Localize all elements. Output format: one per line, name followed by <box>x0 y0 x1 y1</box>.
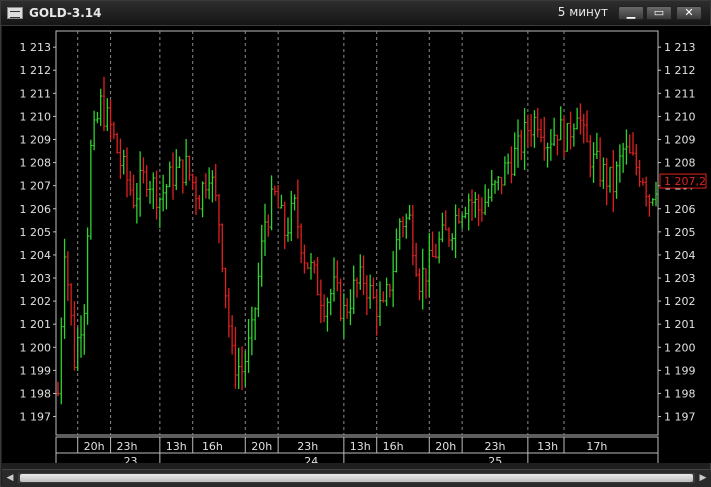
y-tick-label-left: 1 212 <box>20 64 52 77</box>
y-tick-label-right: 1 201 <box>664 318 696 331</box>
date-axis-row <box>55 452 659 468</box>
scroll-right-icon[interactable]: ▶ <box>697 472 709 484</box>
y-tick-label-left: 1 208 <box>20 157 52 170</box>
time-label: 20h <box>435 440 456 453</box>
y-tick-label-left: 1 203 <box>20 272 52 285</box>
chart-area[interactable]: 1 213 1 213 1 212 1 212 1 211 1 211 1 210 1 210… <box>2 26 711 468</box>
title-bar[interactable]: GOLD-3.14 5 минут ▁ ▭ ✕ <box>1 1 710 26</box>
grid-layer <box>55 30 659 436</box>
y-tick-label-left: 1 209 <box>20 134 52 147</box>
y-tick-label-right: 1 208 <box>664 157 696 170</box>
y-tick-label-left: 1 201 <box>20 318 52 331</box>
y-tick-label-right: 1 203 <box>664 272 696 285</box>
time-label: 13h <box>350 440 371 453</box>
y-tick-label-right: 1 212 <box>664 64 696 77</box>
timeframe-label[interactable]: 5 минут <box>558 5 608 19</box>
y-tick-label-right: 1 197 <box>664 411 696 424</box>
time-label: 23h <box>117 440 138 453</box>
time-label: 16h <box>383 440 404 453</box>
y-tick-label-right: 1 209 <box>664 134 696 147</box>
y-tick-label-left: 1 202 <box>20 295 52 308</box>
y-tick-label-right: 1 202 <box>664 295 696 308</box>
scroll-track[interactable] <box>18 473 695 483</box>
y-tick-label-left: 1 197 <box>20 411 52 424</box>
chart-app-icon <box>7 7 23 19</box>
minimize-button[interactable]: ▁ <box>618 6 644 20</box>
time-label: 20h <box>84 440 105 453</box>
y-tick-label-left: 1 204 <box>20 249 52 262</box>
time-label: 20h <box>251 440 272 453</box>
scroll-thumb[interactable] <box>20 474 693 482</box>
date-label: 23 <box>124 455 138 463</box>
y-tick-label-right: 1 206 <box>664 203 696 216</box>
y-tick-label-left: 1 200 <box>20 341 52 354</box>
y-tick-label-left: 1 211 <box>20 87 52 100</box>
chart-window: GOLD-3.14 5 минут ▁ ▭ ✕ 1 213 1 213 1 212 1… <box>0 0 711 487</box>
close-button[interactable]: ✕ <box>676 6 702 20</box>
current-price-label: 1 207,2 <box>664 175 706 188</box>
window-title: GOLD-3.14 <box>29 6 102 20</box>
price-bars <box>56 76 658 405</box>
time-axis: 20h 23h 13h 16h 20h 23h 13h 16h 20h 23h 13h 17h 23 24… <box>55 436 659 468</box>
y-tick-label-left: 1 199 <box>20 364 52 377</box>
date-label: 25 <box>488 455 502 463</box>
y-tick-label-left: 1 198 <box>20 387 52 400</box>
y-tick-label-left: 1 207 <box>20 180 52 193</box>
close-icon: ✕ <box>684 6 694 19</box>
y-tick-label-right: 1 198 <box>664 387 696 400</box>
y-tick-label-right: 1 204 <box>664 249 696 262</box>
time-label: 23h <box>297 440 318 453</box>
time-label: 23h <box>485 440 506 453</box>
y-tick-label-left: 1 213 <box>20 41 52 54</box>
horizontal-scrollbar[interactable]: ◀ ▶ <box>2 469 711 487</box>
y-tick-label-right: 1 200 <box>664 341 696 354</box>
y-tick-label-left: 1 206 <box>20 203 52 216</box>
price-chart[interactable]: 1 213 1 213 1 212 1 212 1 211 1 211 1 210 1 210… <box>2 26 711 468</box>
time-label: 13h <box>537 440 558 453</box>
time-label: 16h <box>202 440 223 453</box>
date-label: 24 <box>304 455 318 463</box>
y-tick-label-right: 1 210 <box>664 110 696 123</box>
price-axis: 1 213 1 213 1 212 1 212 1 211 1 211 1 210 1 210… <box>20 41 707 424</box>
y-tick-label-right: 1 211 <box>664 87 696 100</box>
scroll-left-icon[interactable]: ◀ <box>4 472 16 484</box>
y-tick-label-right: 1 199 <box>664 364 696 377</box>
maximize-button[interactable]: ▭ <box>646 6 672 20</box>
time-label: 17h <box>586 440 607 453</box>
y-tick-label-right: 1 213 <box>664 41 696 54</box>
y-tick-label-right: 1 205 <box>664 226 696 239</box>
y-tick-label-left: 1 210 <box>20 110 52 123</box>
y-tick-label-left: 1 205 <box>20 226 52 239</box>
time-label: 13h <box>166 440 187 453</box>
maximize-icon: ▭ <box>653 6 665 19</box>
plot-frame <box>55 30 659 436</box>
minimize-icon: ▁ <box>626 6 636 19</box>
